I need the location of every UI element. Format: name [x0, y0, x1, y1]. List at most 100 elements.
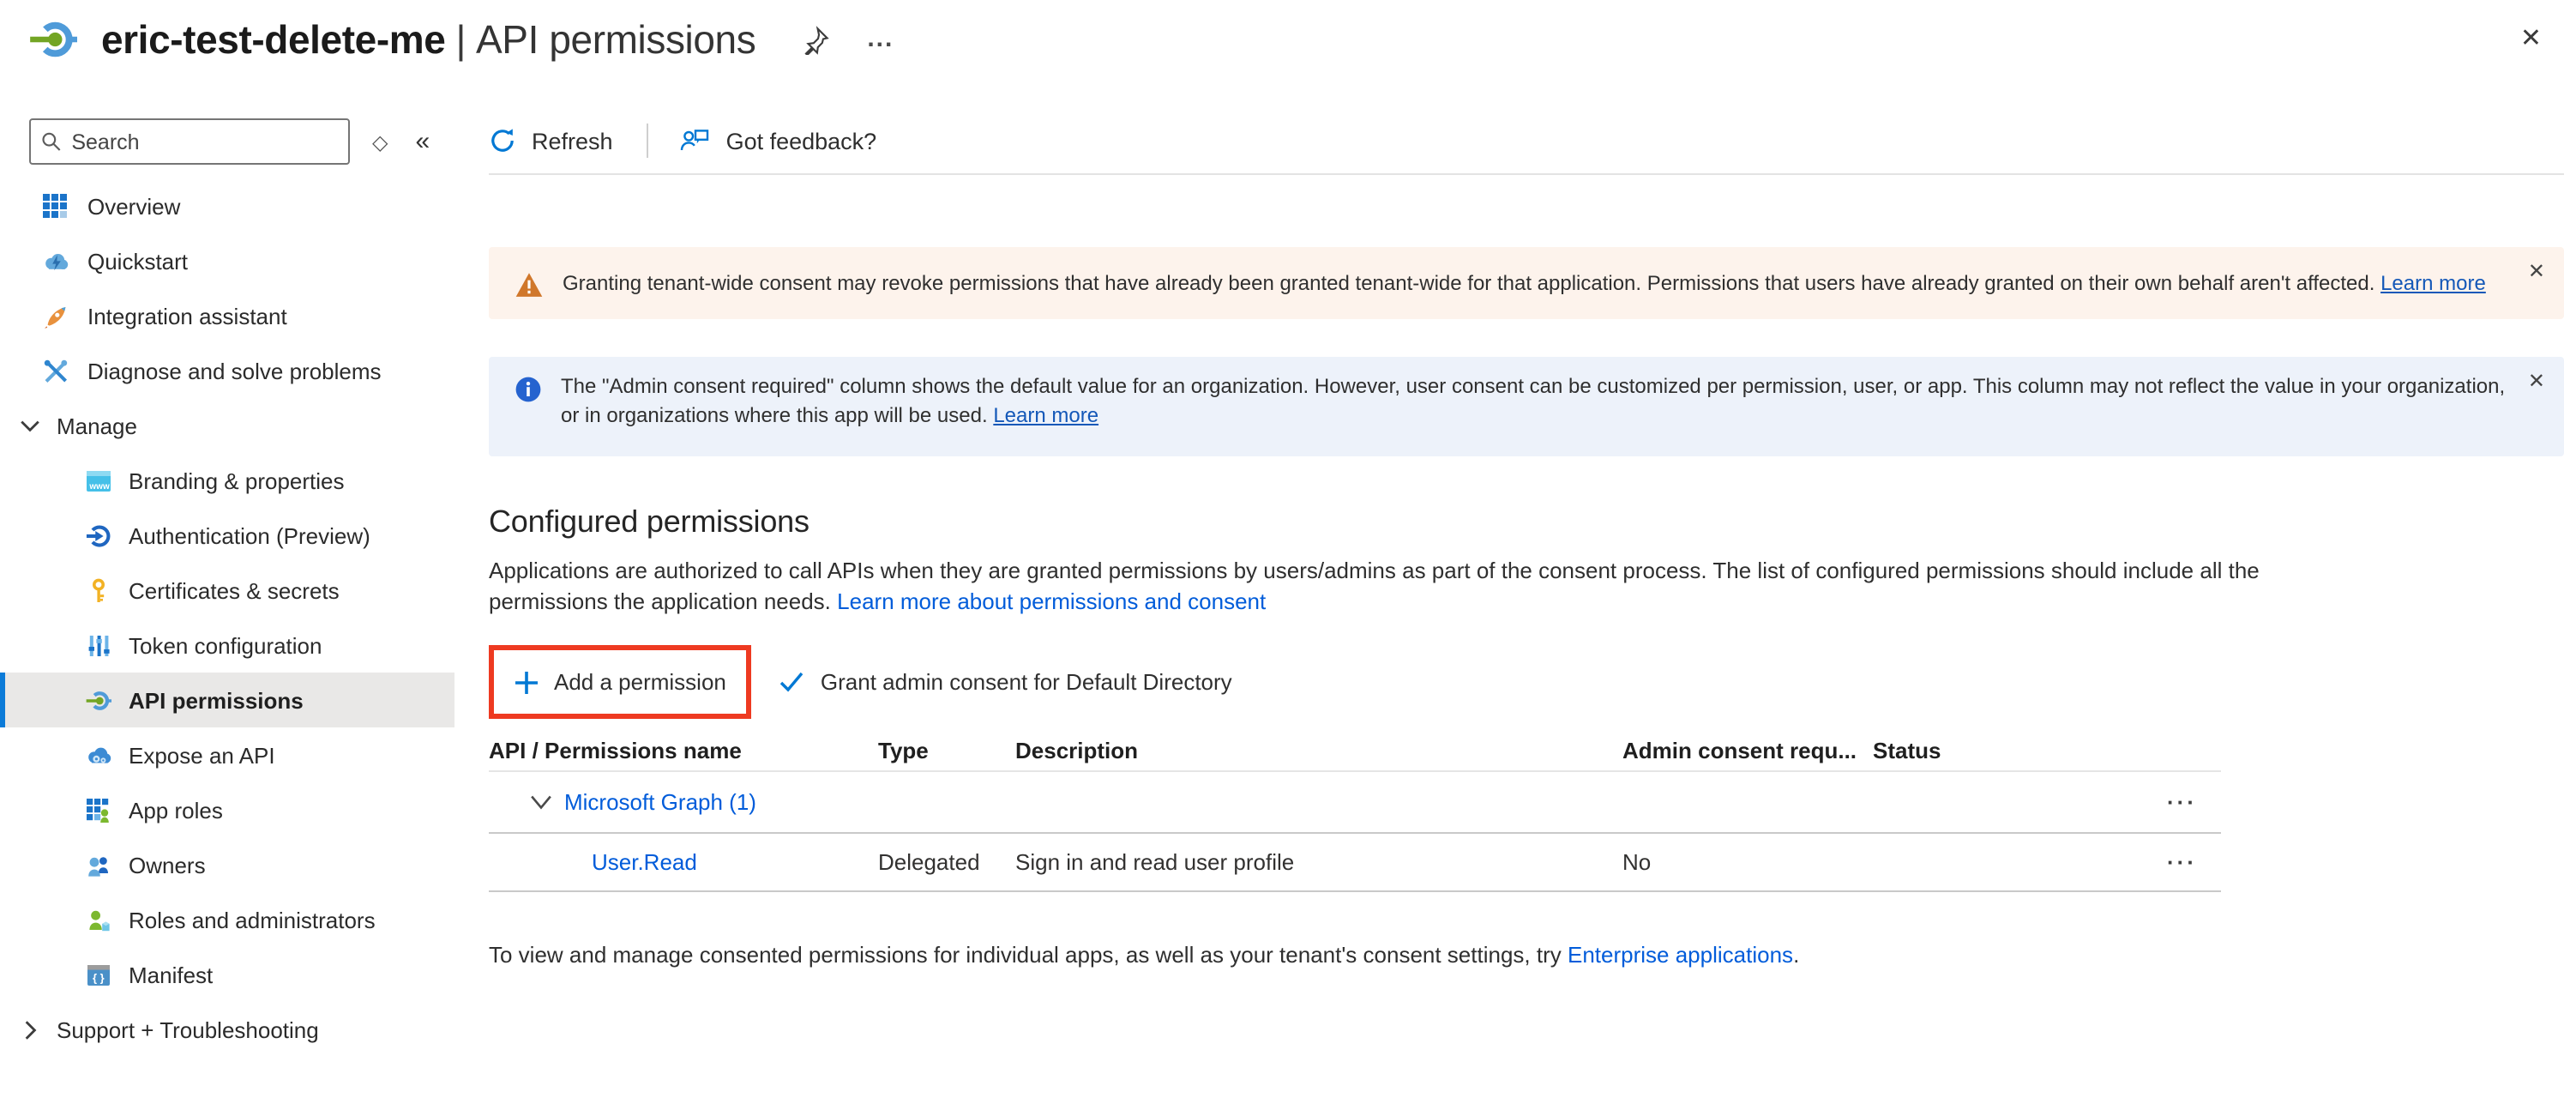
sidebar-item-manifest[interactable]: { } Manifest [0, 947, 454, 1002]
permission-admin-consent-cell: No [1622, 849, 1873, 875]
roles-administrators-icon [86, 907, 111, 932]
info-icon [515, 376, 542, 403]
permission-type-cell: Delegated [878, 849, 1015, 875]
table-header-row: API / Permissions name Type Description … [489, 731, 2221, 772]
footer-note: To view and manage consented permissions… [489, 942, 2576, 968]
add-permission-button[interactable]: Add a permission [494, 650, 747, 714]
microsoft-graph-link[interactable]: Microsoft Graph (1) [564, 789, 756, 815]
grant-admin-consent-label: Grant admin consent for Default Director… [821, 669, 1232, 695]
info-banner: The "Admin consent required" column show… [489, 357, 2564, 456]
sidebar-item-overview[interactable]: Overview [0, 178, 454, 233]
sidebar-item-label: Expose an API [129, 742, 275, 768]
grant-admin-consent-button[interactable]: Grant admin consent for Default Director… [779, 669, 1232, 695]
authentication-icon [86, 522, 111, 548]
annotation-highlight-box: Add a permission [489, 645, 752, 719]
branding-icon: www [86, 468, 111, 493]
owners-icon [86, 852, 111, 878]
info-text: The "Admin consent required" column show… [561, 372, 2506, 441]
warning-banner: Granting tenant-wide consent may revoke … [489, 247, 2564, 319]
sidebar-item-integration-assistant[interactable]: Integration assistant [0, 288, 454, 343]
warning-close-icon[interactable]: ✕ [2528, 259, 2545, 283]
feedback-button[interactable]: Got feedback? [680, 127, 877, 154]
sidebar-item-label: Quickstart [87, 248, 188, 274]
sidebar-item-label: Authentication (Preview) [129, 522, 370, 548]
configured-permissions-heading: Configured permissions [489, 504, 2576, 540]
sidebar-item-label: App roles [129, 797, 223, 823]
search-box[interactable] [29, 118, 350, 165]
sidebar-item-app-roles[interactable]: App roles [0, 782, 454, 837]
sidebar-section-support[interactable]: Support + Troubleshooting [0, 1002, 454, 1057]
rocket-icon [43, 303, 69, 329]
sidebar-item-label: API permissions [129, 687, 304, 713]
troubleshoot-icon [43, 358, 69, 383]
sidebar-item-api-permissions[interactable]: API permissions [0, 673, 454, 727]
manifest-icon: { } [86, 962, 111, 987]
chevron-down-icon[interactable] [530, 793, 552, 811]
table-row-user-read[interactable]: User.Read Delegated Sign in and read use… [489, 834, 2221, 892]
info-close-icon[interactable]: ✕ [2528, 369, 2545, 393]
col-header-name: API / Permissions name [489, 738, 878, 763]
col-header-status: Status [1873, 738, 2015, 763]
sidebar-search-row: ◇ « [0, 118, 454, 165]
app-roles-icon [86, 797, 111, 823]
refresh-button[interactable]: Refresh [489, 127, 613, 154]
sidebar-item-expose-api[interactable]: Expose an API [0, 727, 454, 782]
svg-text:{ }: { } [93, 970, 105, 983]
sidebar-item-diagnose[interactable]: Diagnose and solve problems [0, 343, 454, 398]
sidebar-item-roles-administrators[interactable]: Roles and administrators [0, 892, 454, 947]
row-actions-icon[interactable]: ··· [2167, 789, 2221, 815]
sidebar-item-label: Integration assistant [87, 303, 287, 329]
warning-learn-more-link[interactable]: Learn more [2380, 270, 2486, 294]
warning-text: Granting tenant-wide consent may revoke … [563, 268, 2486, 298]
permissions-description: Applications are authorized to call APIs… [489, 556, 2286, 618]
close-blade-icon[interactable]: ✕ [2520, 22, 2542, 53]
search-icon [41, 130, 61, 153]
sidebar-item-label: Roles and administrators [129, 907, 376, 932]
toolbar-divider [647, 124, 649, 158]
sidebar-section-label: Manage [57, 413, 137, 438]
sidebar-item-label: Diagnose and solve problems [87, 358, 382, 383]
permissions-actions: Add a permission Grant admin consent for… [489, 645, 2576, 719]
quickstart-icon [43, 248, 69, 274]
sidebar-item-label: Branding & properties [129, 468, 345, 493]
permissions-consent-link[interactable]: Learn more about permissions and consent [837, 588, 1266, 614]
table-row-microsoft-graph[interactable]: Microsoft Graph (1) ··· [489, 772, 2221, 834]
col-header-admin-consent: Admin consent requ... [1622, 738, 1873, 763]
sidebar-item-owners[interactable]: Owners [0, 837, 454, 892]
sidebar-item-branding[interactable]: www Branding & properties [0, 453, 454, 508]
api-permissions-icon [86, 687, 111, 713]
refresh-label: Refresh [532, 128, 613, 154]
sidebar-item-label: Token configuration [129, 632, 322, 658]
feedback-icon [680, 127, 711, 154]
sidebar-section-manage[interactable]: Manage [0, 398, 454, 453]
sidebar-item-certificates[interactable]: Certificates & secrets [0, 563, 454, 618]
app-registration-icon [29, 15, 77, 63]
row-actions-icon[interactable]: ··· [2167, 849, 2221, 875]
key-icon [86, 577, 111, 603]
enterprise-applications-link[interactable]: Enterprise applications [1568, 942, 1793, 968]
add-permission-label: Add a permission [554, 669, 726, 695]
info-learn-more-link[interactable]: Learn more [993, 403, 1098, 427]
col-header-type: Type [878, 738, 1015, 763]
pin-icon[interactable] [800, 25, 829, 54]
permission-name-cell: User.Read [489, 849, 878, 875]
svg-text:www: www [88, 481, 110, 491]
check-icon [779, 671, 805, 693]
command-bar: Refresh Got feedback? [489, 113, 2576, 168]
sidebar-item-token-configuration[interactable]: Token configuration [0, 618, 454, 673]
resize-icon[interactable]: ◇ [372, 130, 388, 154]
sidebar-item-authentication[interactable]: Authentication (Preview) [0, 508, 454, 563]
sidebar-item-quickstart[interactable]: Quickstart [0, 233, 454, 288]
user-read-link[interactable]: User.Read [592, 849, 697, 875]
search-input[interactable] [71, 130, 338, 154]
sidebar-nav: Overview Quickstart In [0, 178, 454, 1057]
sidebar-item-label: Manifest [129, 962, 213, 987]
more-actions-icon[interactable]: ... [867, 31, 894, 48]
sidebar-item-label: Certificates & secrets [129, 577, 340, 603]
sidebar-item-label: Overview [87, 193, 180, 219]
sidebar-section-label: Support + Troubleshooting [57, 1017, 319, 1042]
sidebar: ◇ « Overview Quicksta [0, 79, 454, 1098]
chevron-down-icon [19, 414, 41, 437]
sidebar-item-label: Owners [129, 852, 206, 878]
collapse-sidebar-icon[interactable]: « [415, 127, 430, 156]
